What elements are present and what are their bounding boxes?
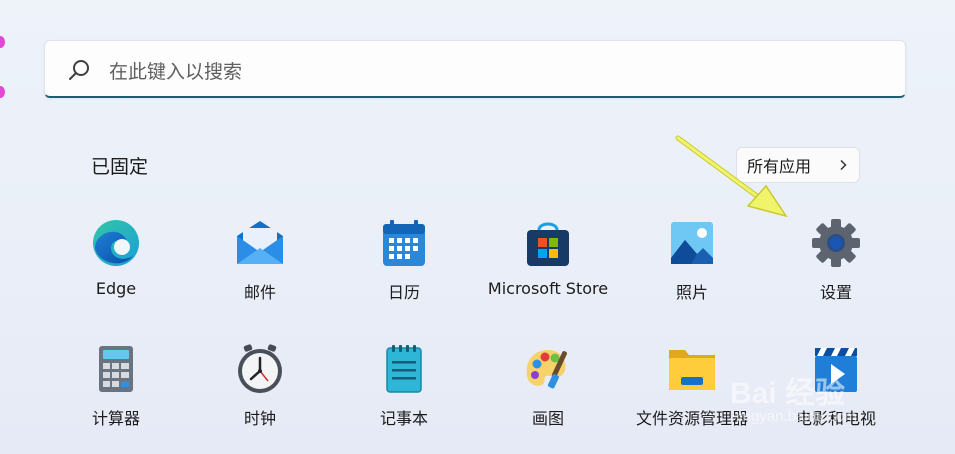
clock-icon xyxy=(238,344,282,393)
app-calculator[interactable]: 计算器 xyxy=(44,344,188,429)
calendar-icon xyxy=(383,220,425,266)
app-label: 时钟 xyxy=(243,409,276,428)
app-photos[interactable]: 照片 xyxy=(620,218,764,303)
app-label: 记事本 xyxy=(379,409,428,428)
app-label: 照片 xyxy=(675,283,708,302)
notepad-icon xyxy=(386,345,422,393)
app-edge[interactable]: Edge xyxy=(44,218,188,298)
all-apps-button[interactable]: 所有应用 xyxy=(736,147,860,183)
store-icon xyxy=(527,222,569,266)
app-calendar[interactable]: 日历 xyxy=(332,218,476,303)
watermark-logo: Bai 经验 xyxy=(730,377,846,410)
app-label: Edge xyxy=(95,279,137,298)
edge-mark-bottom xyxy=(0,86,5,98)
calculator-icon xyxy=(99,346,133,392)
app-settings[interactable]: 设置 xyxy=(764,218,908,303)
app-label: 画图 xyxy=(531,409,564,428)
search-box[interactable]: 在此键入以搜索 xyxy=(44,40,906,98)
app-paint[interactable]: 画图 xyxy=(476,344,620,429)
file-explorer-icon xyxy=(669,350,715,390)
app-label: 日历 xyxy=(387,283,420,302)
app-microsoft-store[interactable]: Microsoft Store xyxy=(476,218,620,298)
settings-icon xyxy=(812,219,860,267)
pinned-section-title: 已固定 xyxy=(91,156,149,178)
paint-icon xyxy=(526,350,567,389)
app-notepad[interactable]: 记事本 xyxy=(332,344,476,429)
edge-icon xyxy=(93,220,139,266)
chevron-right-icon xyxy=(840,159,847,171)
watermark-url: jingyan.baidu.com xyxy=(736,408,857,425)
photos-icon xyxy=(671,222,713,264)
app-clock[interactable]: 时钟 xyxy=(188,344,332,429)
app-label: 邮件 xyxy=(243,283,276,302)
mail-icon xyxy=(237,221,283,264)
edge-mark-top xyxy=(0,36,5,48)
app-label: 计算器 xyxy=(91,409,140,428)
app-label: Microsoft Store xyxy=(487,279,609,298)
search-placeholder: 在此键入以搜索 xyxy=(109,61,243,83)
app-mail[interactable]: 邮件 xyxy=(188,218,332,303)
app-label: 设置 xyxy=(819,283,852,302)
search-icon xyxy=(69,60,89,80)
all-apps-label: 所有应用 xyxy=(747,157,812,176)
